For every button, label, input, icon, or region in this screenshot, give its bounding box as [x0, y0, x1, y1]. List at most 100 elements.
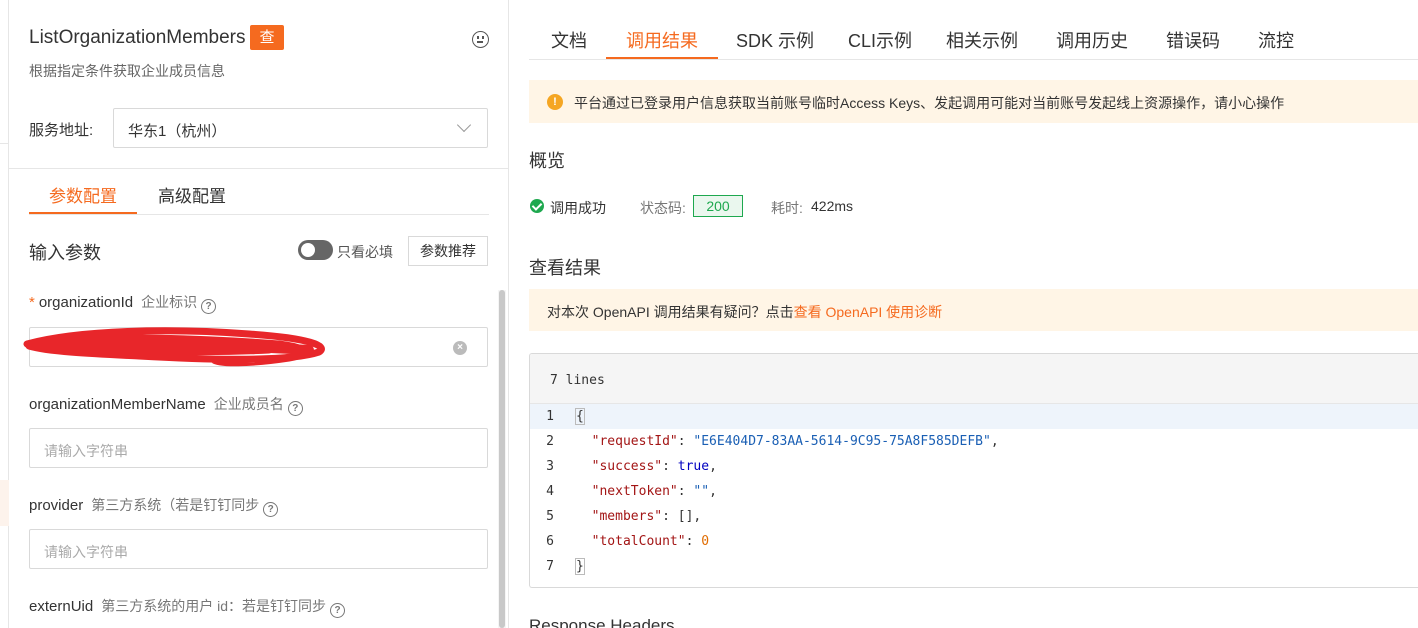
param-desc: 企业标识: [141, 294, 198, 310]
tab-call-result[interactable]: 调用结果: [606, 27, 718, 59]
scrollbar-thumb[interactable]: [499, 290, 505, 628]
status-code-badge: 200: [693, 195, 743, 217]
api-explorer-page: ListOrganizationMembers 查 根据指定条件获取企业成员信息…: [0, 0, 1418, 628]
elapsed-label: 耗时:: [771, 200, 803, 216]
provider-input[interactable]: 请输入字符串: [29, 529, 488, 569]
required-mark: *: [29, 294, 35, 311]
required-only-label: 只看必填: [337, 244, 393, 260]
outer-sidebar-edge: [0, 0, 9, 628]
service-address-value: 华东1（杭州）: [128, 123, 227, 140]
elapsed-value: 422ms: [811, 198, 854, 214]
view-result-title: 查看结果: [529, 258, 601, 278]
success-check-icon: [530, 199, 544, 213]
api-title: ListOrganizationMembers: [29, 27, 246, 48]
diagnosis-text: 对本次 OpenAPI 调用结果有疑问？点击查看 OpenAPI 使用诊断: [547, 302, 942, 322]
json-key: "members": [591, 509, 663, 524]
tab-cli-example[interactable]: CLI示例: [848, 27, 912, 53]
clear-icon[interactable]: ×: [453, 341, 467, 355]
line-number: 1: [546, 409, 554, 424]
redaction-scribble: [23, 327, 325, 367]
line-number: 6: [546, 534, 554, 549]
success-text: 调用成功: [550, 200, 606, 216]
code-line: 7}: [530, 554, 1418, 579]
line-count: 7 lines: [550, 373, 605, 388]
diagnosis-prefix: 对本次 OpenAPI 调用结果有疑问？点击: [547, 304, 794, 320]
code-text: "requestId": "E6E404D7-83AA-5614-9C95-75…: [591, 434, 999, 449]
param-member-name-label: organizationMemberName 企业成员名?: [29, 394, 303, 416]
code-text: }: [575, 554, 585, 579]
help-icon[interactable]: ?: [330, 603, 345, 618]
open-brace: {: [575, 408, 585, 425]
param-extern-uid-label: externUid 第三方系统的用户 id：若是钉钉同步?: [29, 596, 345, 618]
member-name-input[interactable]: 请输入字符串: [29, 428, 488, 468]
json-key: "nextToken": [591, 484, 678, 499]
code-text: "nextToken": "",: [591, 484, 717, 499]
json-bool: true: [677, 459, 710, 474]
json-string: "": [693, 484, 710, 499]
param-name: organizationMemberName: [29, 396, 206, 413]
param-panel: ListOrganizationMembers 查 根据指定条件获取企业成员信息…: [9, 0, 509, 628]
code-text: "totalCount": 0: [591, 534, 710, 549]
tab-sdk-example[interactable]: SDK 示例: [736, 27, 814, 53]
param-name: organizationId: [38, 294, 134, 311]
service-address-label: 服务地址:: [29, 122, 94, 139]
json-key: "success": [591, 459, 663, 474]
chevron-down-icon: [456, 117, 472, 133]
warning-icon: !: [547, 94, 563, 110]
help-icon[interactable]: ?: [287, 401, 303, 416]
json-string: "E6E404D7-83AA-5614-9C95-75A8F585DEFB": [693, 434, 991, 449]
read-method-badge: 查: [250, 25, 284, 50]
code-text: "members": [],: [591, 509, 702, 524]
input-params-title: 输入参数: [29, 243, 101, 263]
json-key: "requestId": [591, 434, 678, 449]
warning-text: 平台通过已登录用户信息获取当前账号临时Access Keys、发起调用可能对当前…: [574, 95, 1285, 111]
param-desc: 第三方系统（若是钉钉同步: [91, 497, 260, 513]
service-address-select[interactable]: 华东1（杭州）: [113, 108, 488, 148]
edge-highlight: [0, 480, 9, 526]
tab-call-history[interactable]: 调用历史: [1056, 27, 1128, 53]
tab-error-codes[interactable]: 错误码: [1166, 27, 1220, 53]
warning-banner: ! 平台通过已登录用户信息获取当前账号临时Access Keys、发起调用可能对…: [529, 80, 1418, 123]
code-text: "success": true,: [591, 459, 717, 474]
diagnosis-banner: 对本次 OpenAPI 调用结果有疑问？点击查看 OpenAPI 使用诊断: [529, 289, 1418, 331]
code-line: 4 "nextToken": "",: [530, 479, 1418, 504]
result-panel: 文档 调用结果 SDK 示例 CLI示例 相关示例 调用历史 错误码 流控 ! …: [509, 0, 1418, 628]
param-name: provider: [29, 497, 84, 514]
provider-placeholder: 请输入字符串: [44, 544, 128, 560]
code-line: 3 "success": true,: [530, 454, 1418, 479]
json-key: "totalCount": [591, 534, 686, 549]
overview-title: 概览: [529, 151, 565, 171]
json-result-viewer[interactable]: 7 lines 1{ 2 "requestId": "E6E404D7-83AA…: [529, 353, 1418, 588]
json-number: 0: [701, 534, 710, 549]
code-line: 1{: [530, 404, 1418, 429]
code-line: 2 "requestId": "E6E404D7-83AA-5614-9C95-…: [530, 429, 1418, 454]
tab-docs[interactable]: 文档: [551, 27, 587, 53]
close-brace: }: [575, 558, 585, 575]
code-line: 6 "totalCount": 0: [530, 529, 1418, 554]
line-number: 7: [546, 559, 554, 574]
param-scrollbar[interactable]: [498, 290, 506, 628]
param-desc: 企业成员名: [213, 396, 284, 412]
param-name: externUid: [29, 598, 94, 615]
code-header: 7 lines: [530, 354, 1418, 404]
param-organization-id-label: * organizationId 企业标识?: [29, 292, 217, 314]
diagnosis-link[interactable]: 查看 OpenAPI 使用诊断: [794, 304, 943, 320]
line-number: 3: [546, 459, 554, 474]
tab-related-examples[interactable]: 相关示例: [946, 27, 1018, 53]
help-icon[interactable]: ?: [263, 502, 279, 517]
param-recommend-button[interactable]: 参数推荐: [408, 236, 488, 266]
result-tabs: 文档 调用结果 SDK 示例 CLI示例 相关示例 调用历史 错误码 流控: [529, 0, 1418, 60]
feedback-face-icon[interactable]: [472, 31, 489, 48]
tab-param-config[interactable]: 参数配置: [29, 182, 137, 214]
line-number: 2: [546, 434, 554, 449]
help-icon[interactable]: ?: [201, 299, 217, 314]
required-only-toggle[interactable]: [298, 240, 333, 260]
response-headers-title: Response Headers: [529, 616, 675, 628]
param-desc: 第三方系统的用户 id：若是钉钉同步: [101, 598, 326, 614]
line-number: 4: [546, 484, 554, 499]
status-code-label: 状态码:: [640, 200, 686, 216]
member-name-placeholder: 请输入字符串: [44, 443, 128, 459]
json-array: []: [677, 509, 694, 524]
tab-flow-control[interactable]: 流控: [1258, 27, 1294, 53]
tab-advanced-config[interactable]: 高级配置: [158, 182, 226, 207]
